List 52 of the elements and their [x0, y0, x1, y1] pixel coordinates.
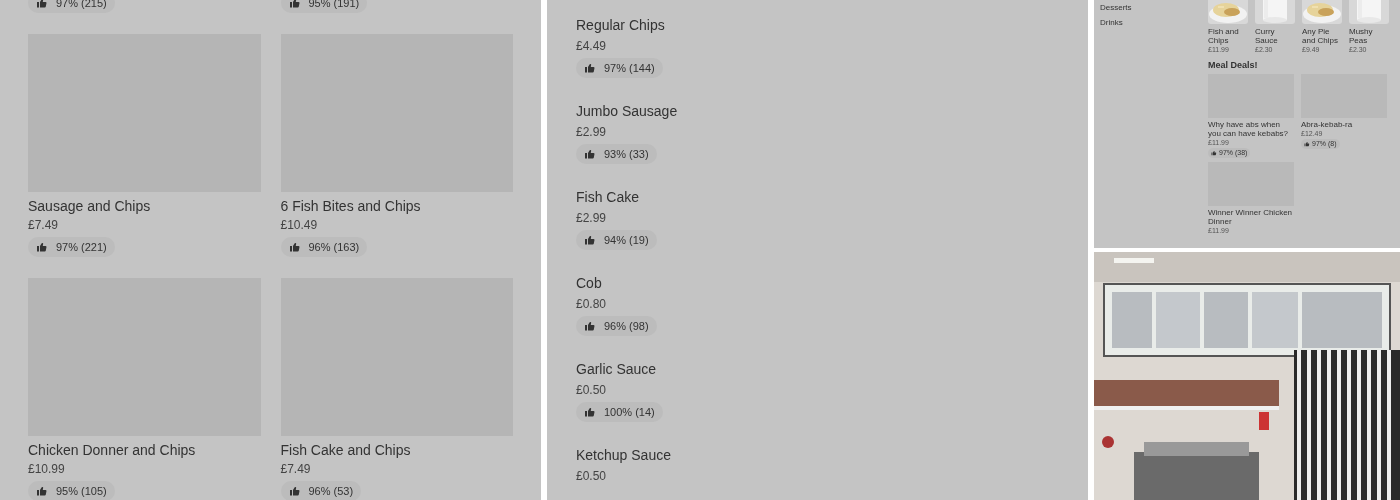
rating-badge: 100% (14)	[576, 402, 663, 422]
thumbs-up-icon	[288, 485, 301, 497]
item-name: Jumbo Sausage	[576, 102, 679, 121]
item-name: Why have abs when you can have kebabs?	[1208, 120, 1290, 138]
rating-badge: 97% (144)	[576, 58, 663, 78]
item-name: Regular Chips	[576, 16, 666, 35]
item-price: £10.99	[28, 461, 66, 478]
item-name: Abra-kebab-ra	[1301, 120, 1354, 129]
item-name: Chicken Donner and Chips	[28, 441, 197, 460]
rating-badge: 96% (98)	[576, 316, 657, 336]
item-price: £7.49	[28, 217, 60, 234]
thumbs-up-icon	[36, 0, 48, 9]
thumbs-up-icon	[584, 320, 596, 332]
thumbs-up-icon	[584, 148, 596, 160]
item-name: Curry Sauce	[1255, 27, 1279, 45]
thumbs-up-icon	[36, 241, 48, 253]
rating-badge: 94% (19)	[576, 230, 657, 250]
rating-badge: 93% (33)	[576, 144, 657, 164]
thumbs-up-icon	[584, 234, 596, 246]
rating-badge: 95% (105)	[28, 481, 115, 500]
item-price: £0.50	[576, 382, 608, 399]
item-price: £10.49	[280, 217, 319, 234]
thumbs-up-icon	[1304, 141, 1310, 147]
thumbs-up-icon	[36, 485, 48, 497]
item-name: Fish and Chips	[1208, 27, 1240, 45]
item-name: Sausage and Chips	[28, 197, 152, 216]
item-name: Fish Cake and Chips	[280, 441, 412, 460]
item-price: £0.80	[576, 296, 608, 313]
category-link[interactable]: Drinks	[1100, 18, 1123, 27]
item-name: Winner Winner Chicken Dinner	[1208, 208, 1294, 226]
item-name: Fish Cake	[576, 188, 641, 207]
rating-badge: 96% (53)	[280, 481, 362, 500]
rating-badge: 96% (163)	[280, 237, 368, 257]
thumbs-up-icon	[1211, 150, 1217, 156]
item-name: Cob	[576, 274, 603, 293]
item-name: Any Pie and Chips	[1302, 27, 1340, 45]
item-price: £4.49	[576, 38, 608, 55]
item-price: £2.99	[576, 210, 608, 227]
thumbs-up-icon	[288, 0, 301, 9]
rating-badge: 97% (221)	[28, 237, 115, 257]
thumbs-up-icon	[288, 241, 301, 253]
category-link[interactable]: Desserts	[1100, 3, 1132, 12]
item-name: Garlic Sauce	[576, 360, 658, 379]
thumbs-up-icon	[584, 62, 596, 74]
section-title: Meal Deals!	[1208, 60, 1258, 71]
item-name: Mushy Peas	[1349, 27, 1374, 45]
item-price: £0.50	[576, 468, 608, 485]
item-name: Ketchup Sauce	[576, 446, 672, 465]
item-price: £2.99	[576, 124, 608, 141]
thumbs-up-icon	[584, 406, 596, 418]
item-price: £7.49	[280, 461, 312, 478]
item-name: 6 Fish Bites and Chips	[280, 197, 422, 216]
